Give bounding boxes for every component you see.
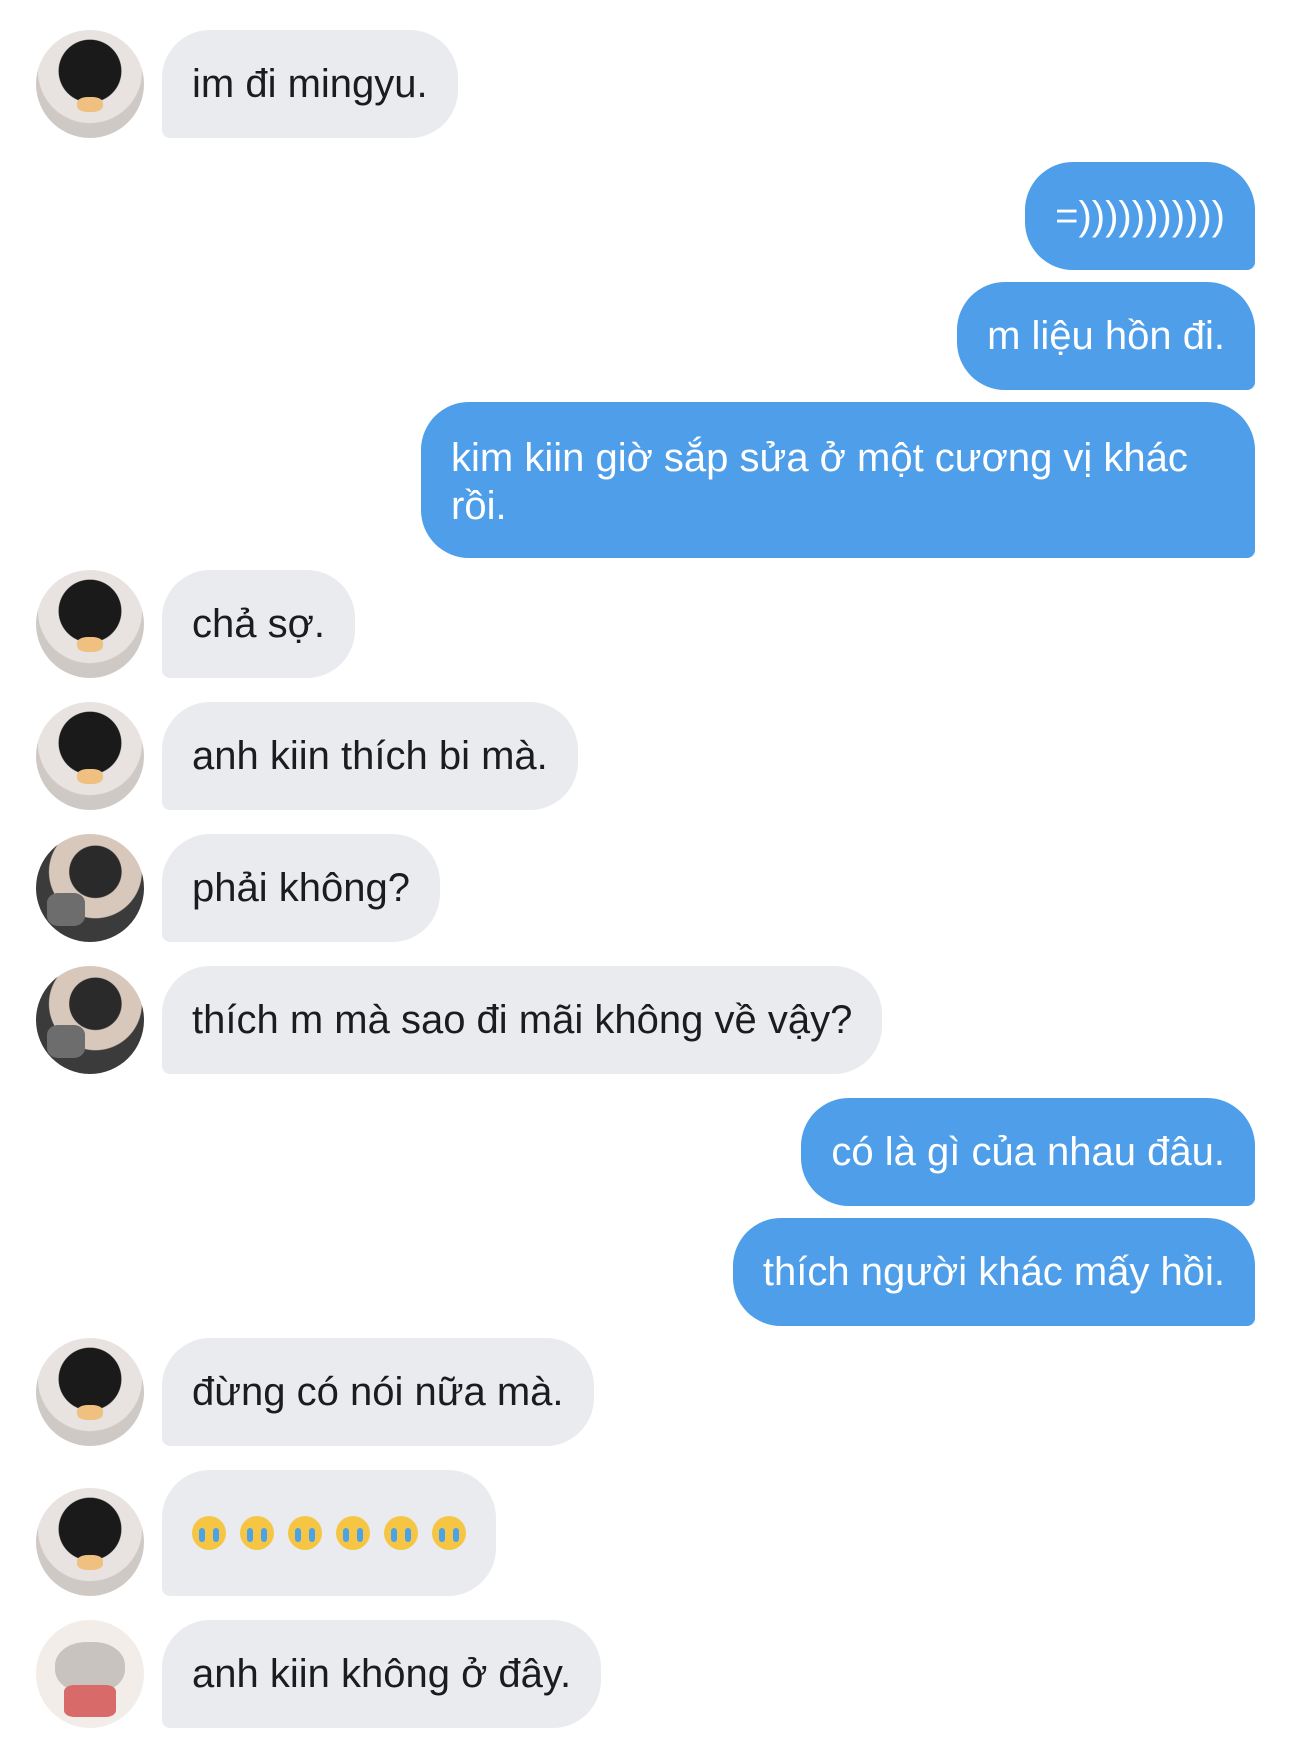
sender-avatar[interactable] [36, 30, 144, 138]
outgoing-message[interactable]: thích người khác mấy hồi. [732, 1218, 1255, 1326]
emoji-message[interactable] [162, 1470, 496, 1596]
outgoing-message[interactable]: có là gì của nhau đâu. [801, 1098, 1255, 1206]
emoji-row [192, 1516, 466, 1550]
sender-avatar[interactable] [36, 702, 144, 810]
loudly-crying-face-icon [432, 1516, 466, 1550]
loudly-crying-face-icon [384, 1516, 418, 1550]
incoming-message[interactable]: anh kiin thích bi mà. [162, 702, 578, 810]
incoming-message[interactable]: đừng có nói nữa mà. [162, 1338, 594, 1446]
loudly-crying-face-icon [192, 1516, 226, 1550]
incoming-message[interactable]: thích m mà sao đi mãi không về vậy? [162, 966, 883, 1074]
sender-avatar[interactable] [36, 1620, 144, 1728]
loudly-crying-face-icon [336, 1516, 370, 1550]
sender-avatar[interactable] [36, 1338, 144, 1446]
loudly-crying-face-icon [240, 1516, 274, 1550]
incoming-message[interactable]: anh kiin không ở đây. [162, 1620, 602, 1728]
sender-avatar[interactable] [36, 834, 144, 942]
sender-avatar[interactable] [36, 570, 144, 678]
loudly-crying-face-icon [288, 1516, 322, 1550]
sender-avatar[interactable] [36, 966, 144, 1074]
outgoing-message[interactable]: m liệu hồn đi. [957, 282, 1255, 390]
outgoing-message[interactable]: kim kiin giờ sắp sửa ở một cương vị khác… [421, 402, 1255, 558]
incoming-message[interactable]: im đi mingyu. [162, 30, 458, 138]
incoming-message[interactable]: phải không? [162, 834, 440, 942]
outgoing-message[interactable]: =))))))))))) [1025, 162, 1255, 270]
incoming-message[interactable]: chả sợ. [162, 570, 355, 678]
sender-avatar[interactable] [36, 1488, 144, 1596]
